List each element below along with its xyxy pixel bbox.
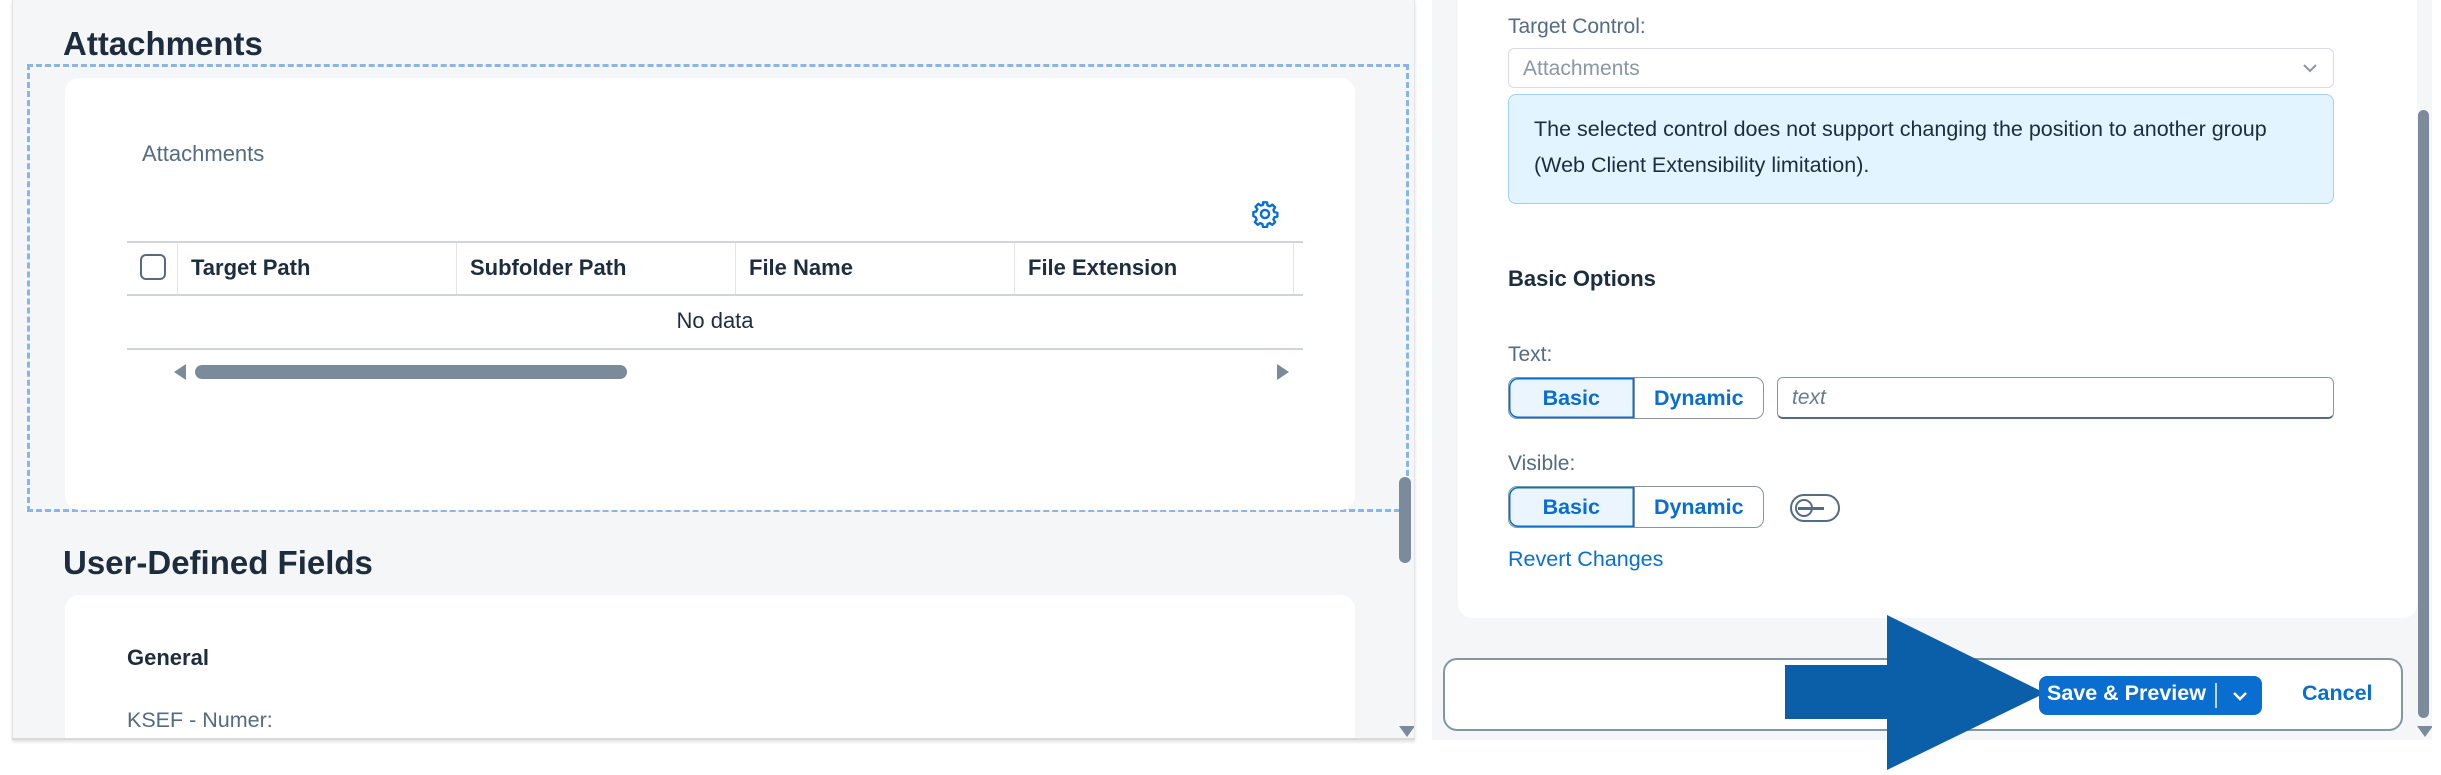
save-preview-split-button: Save & Preview [2039, 676, 2262, 715]
visible-mode-segmented-button: Basic Dynamic [1508, 486, 1764, 528]
horizontal-scrollbar-thumb[interactable] [195, 365, 627, 379]
ksef-field-label: KSEF - Numer: [127, 708, 273, 732]
select-all-checkbox[interactable] [140, 254, 166, 280]
properties-card: Target Control: Attachments The selected… [1458, 0, 2417, 618]
chevron-down-icon [2231, 687, 2249, 705]
attachments-card-label: Attachments [142, 141, 265, 166]
column-header-target-path[interactable]: Target Path [191, 255, 310, 281]
table-header-bottom-border [127, 294, 1303, 296]
save-options-button[interactable] [2221, 676, 2262, 715]
column-divider [1293, 243, 1294, 294]
vertical-scrollbar-thumb[interactable] [1399, 477, 1411, 563]
panel-scroll-down-icon[interactable] [2417, 726, 2432, 737]
text-field-label: Text: [1508, 343, 1553, 366]
attachments-section-title: Attachments [63, 25, 263, 62]
column-divider [735, 243, 736, 294]
split-divider [2215, 683, 2217, 708]
text-input[interactable]: text [1777, 377, 2334, 419]
table-top-border [127, 241, 1303, 243]
scroll-down-icon[interactable] [1399, 726, 1414, 737]
text-mode-basic[interactable]: Basic [1509, 378, 1635, 418]
basic-options-title: Basic Options [1508, 266, 1656, 291]
object-page-panel: Attachments Attachments Target Path Subf… [12, 0, 1415, 740]
table-bottom-border [127, 348, 1303, 350]
attachments-card: Attachments Target Path Subfolder Path F… [65, 78, 1355, 510]
gear-icon[interactable] [1251, 200, 1279, 229]
chevron-down-icon [2301, 59, 2319, 77]
column-header-file-extension[interactable]: File Extension [1028, 255, 1177, 281]
visible-mode-basic[interactable]: Basic [1509, 487, 1635, 527]
save-preview-button[interactable]: Save & Preview [2047, 681, 2206, 706]
udf-card: General KSEF - Numer: [65, 595, 1355, 738]
target-control-value: Attachments [1523, 57, 1640, 80]
revert-changes-link[interactable]: Revert Changes [1508, 547, 1663, 572]
column-header-file-name[interactable]: File Name [749, 255, 853, 281]
info-message-strip: The selected control does not support ch… [1508, 94, 2334, 204]
visible-switch[interactable] [1790, 494, 1840, 522]
panel-vertical-scrollbar-thumb[interactable] [2418, 110, 2429, 718]
text-mode-segmented-button: Basic Dynamic [1508, 377, 1764, 419]
info-message-text: The selected control does not support ch… [1534, 117, 2267, 177]
cancel-button[interactable]: Cancel [2302, 681, 2373, 706]
column-divider [177, 243, 178, 294]
table-no-data-text: No data [676, 308, 754, 333]
annotation-arrow [1785, 615, 2045, 770]
column-header-subfolder-path[interactable]: Subfolder Path [470, 255, 626, 281]
column-divider [1014, 243, 1015, 294]
scroll-left-icon[interactable] [174, 364, 186, 380]
udf-group-title: General [127, 645, 209, 670]
switch-off-icon [1798, 507, 1824, 510]
scroll-right-icon[interactable] [1277, 364, 1289, 380]
target-control-select[interactable]: Attachments [1508, 48, 2334, 88]
visible-field-label: Visible: [1508, 452, 1576, 475]
text-input-placeholder: text [1792, 386, 1826, 409]
udf-section-title: User-Defined Fields [63, 544, 373, 581]
text-mode-dynamic[interactable]: Dynamic [1635, 378, 1763, 418]
target-control-label: Target Control: [1508, 15, 1646, 38]
column-divider [456, 243, 457, 294]
visible-mode-dynamic[interactable]: Dynamic [1635, 487, 1763, 527]
